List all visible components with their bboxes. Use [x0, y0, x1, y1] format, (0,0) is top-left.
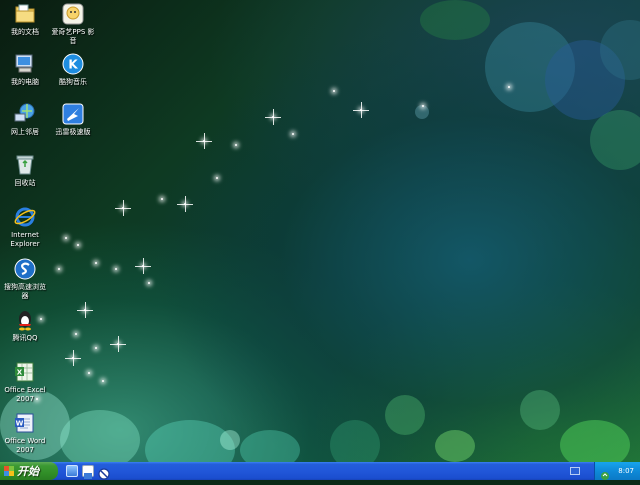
star-dot [95, 262, 97, 264]
word-icon: W [13, 411, 37, 435]
icon-label: 我的文档 [11, 28, 39, 36]
quick-launch-bar [66, 465, 110, 480]
desktop-icon-recycle-bin[interactable]: 回收站 [0, 153, 50, 188]
star-dot [65, 237, 67, 239]
start-button[interactable]: 开始 [0, 462, 58, 480]
desktop-icon-office-excel[interactable]: X Office Excel 2007 [0, 360, 50, 404]
star-dot [333, 90, 335, 92]
svg-text:W: W [16, 420, 24, 428]
desktop-icon-kugou-music[interactable]: K 酷狗音乐 [48, 52, 98, 87]
excel-icon: X [13, 360, 37, 384]
icon-label: 搜狗高速浏览 器 [4, 283, 46, 300]
star-dot [75, 333, 77, 335]
icon-label: 我的电脑 [11, 78, 39, 86]
desktop-icon-my-computer[interactable]: 我的电脑 [0, 52, 50, 87]
star-dot [292, 133, 294, 135]
desktop-icon-xunlei[interactable]: 迅雷极速版 [48, 102, 98, 137]
block-ql-icon[interactable] [98, 465, 110, 480]
desktop-icon-network-places[interactable]: 网上邻居 [0, 102, 50, 137]
kugou-music-icon: K [61, 52, 85, 76]
bokeh-bubble [220, 430, 240, 450]
bokeh-bubble [435, 430, 475, 462]
taskbar: 开始 8:07 [0, 462, 640, 480]
star-sparkle [177, 196, 193, 212]
bokeh-bubble [385, 395, 425, 435]
bokeh-bubble [240, 430, 300, 462]
taskbar-toggle-button[interactable] [570, 467, 580, 475]
sogou-browser-icon [13, 257, 37, 281]
star-dot [95, 347, 97, 349]
icon-label: 迅雷极速版 [55, 128, 91, 136]
star-sparkle [135, 258, 151, 274]
iqiyi-pps-icon [61, 2, 85, 26]
star-sparkle [196, 133, 212, 149]
bokeh-bubble [415, 105, 429, 119]
star-sparkle [265, 109, 281, 125]
icon-label: Internet Explorer [10, 231, 40, 248]
bokeh-bubble [420, 0, 490, 40]
xunlei-icon [61, 102, 85, 126]
clock[interactable]: 8:07 [618, 467, 634, 475]
bokeh-bubble [330, 420, 380, 462]
desktop-icon-tencent-qq[interactable]: 腾讯QQ [0, 308, 50, 343]
star-dot [235, 144, 237, 146]
bokeh-bubble [60, 410, 140, 462]
windows-flag-icon [4, 466, 14, 476]
star-dot [77, 244, 79, 246]
media-ql-icon[interactable] [82, 465, 94, 479]
desktop-icon-office-word[interactable]: W Office Word 2007 [0, 411, 50, 455]
star-dot [102, 380, 104, 382]
star-dot [88, 372, 90, 374]
internet-explorer-icon [13, 205, 37, 229]
star-dot [508, 86, 510, 88]
svg-text:K: K [68, 58, 78, 72]
star-sparkle [65, 350, 81, 366]
star-dot [58, 268, 60, 270]
icon-label: 爱奇艺PPS 影 音 [51, 28, 95, 45]
icon-label: Office Excel 2007 [4, 386, 46, 403]
star-dot [216, 177, 218, 179]
desktop-icon-internet-explorer[interactable]: Internet Explorer [0, 205, 50, 249]
show-desktop-ql-icon[interactable] [66, 465, 78, 477]
star-dot [422, 105, 424, 107]
bokeh-bubble [590, 110, 640, 170]
svg-text:X: X [17, 369, 23, 377]
star-dot [115, 268, 117, 270]
icon-label: 腾讯QQ [12, 334, 38, 342]
tencent-qq-icon [13, 308, 37, 332]
bokeh-bubble [560, 420, 630, 462]
desktop-icon-my-documents[interactable]: 我的文档 [0, 2, 50, 37]
icon-label: 网上邻居 [11, 128, 39, 136]
icon-label: 回收站 [14, 179, 36, 187]
my-computer-icon [13, 52, 37, 76]
star-sparkle [115, 200, 131, 216]
my-documents-icon [13, 2, 37, 26]
star-sparkle [110, 336, 126, 352]
star-dot [161, 198, 163, 200]
network-places-icon [13, 102, 37, 126]
icon-label: 酷狗音乐 [59, 78, 87, 86]
star-dot [148, 282, 150, 284]
tray-app-icon[interactable] [600, 466, 610, 480]
bokeh-bubble [520, 390, 560, 430]
desktop-icon-iqiyi-pps[interactable]: 爱奇艺PPS 影 音 [48, 2, 98, 46]
desktop-icon-sogou-browser[interactable]: 搜狗高速浏览 器 [0, 257, 50, 301]
star-sparkle [353, 102, 369, 118]
system-tray: 8:07 [594, 462, 640, 480]
icon-label: Office Word 2007 [4, 437, 46, 454]
star-sparkle [77, 302, 93, 318]
recycle-bin-icon [13, 153, 37, 177]
start-label: 开始 [17, 465, 39, 478]
